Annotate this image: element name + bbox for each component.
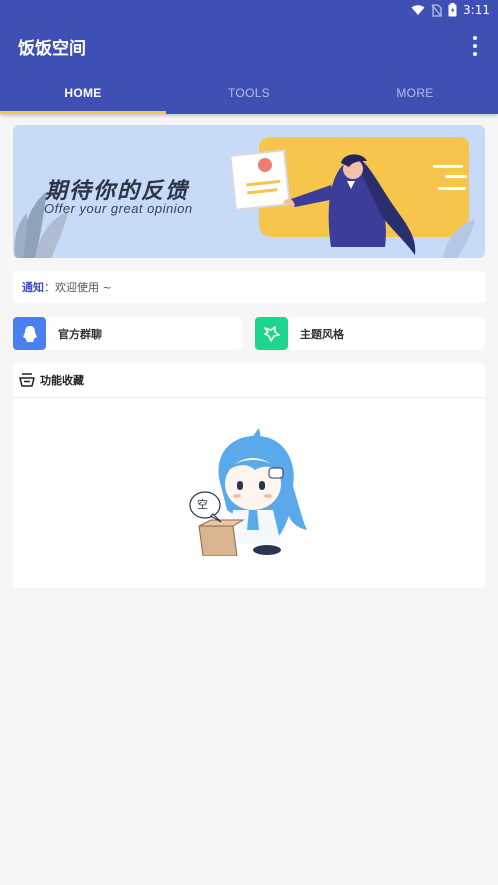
battery-icon [448, 3, 457, 17]
notice-bar[interactable]: 通知 ： 欢迎使用 ~ [13, 271, 485, 303]
favorites-header: 功能收藏 [13, 363, 485, 398]
theme-style-button[interactable]: 主题风格 [255, 317, 485, 350]
theme-style-label: 主题风格 [300, 327, 344, 341]
tab-more[interactable]: MORE [332, 72, 498, 114]
status-icons: 3:11 [411, 2, 490, 18]
official-group-label: 官方群聊 [58, 327, 102, 341]
overflow-menu-icon[interactable] [470, 36, 480, 56]
favorites-title: 功能收藏 [40, 374, 84, 387]
empty-state-illustration: 空 [189, 426, 309, 557]
app-bar: 饭饭空间 [0, 20, 498, 72]
tab-bar: HOME TOOLS MORE [0, 72, 498, 114]
tab-home[interactable]: HOME [0, 72, 166, 114]
status-time: 3:11 [463, 3, 490, 17]
no-sim-icon [431, 3, 442, 17]
favorites-card: 功能收藏 空 [13, 363, 485, 588]
official-group-button[interactable]: 官方群聊 [13, 317, 242, 350]
notice-separator: ： [44, 281, 55, 294]
banner-subtitle: Offer your great opinion [44, 201, 193, 216]
notice-text: 欢迎使用 ~ [55, 281, 112, 294]
basket-icon [19, 373, 35, 387]
empty-bubble-text: 空 [197, 498, 208, 511]
feedback-banner[interactable]: 期待你的反馈 Offer your great opinion [13, 125, 485, 258]
notice-label: 通知 [22, 281, 44, 294]
qq-icon [13, 317, 46, 350]
status-bar: 3:11 [0, 0, 498, 20]
tab-tools[interactable]: TOOLS [166, 72, 332, 114]
palette-icon [255, 317, 288, 350]
app-title: 饭饭空间 [18, 39, 86, 59]
wifi-icon [411, 5, 425, 15]
